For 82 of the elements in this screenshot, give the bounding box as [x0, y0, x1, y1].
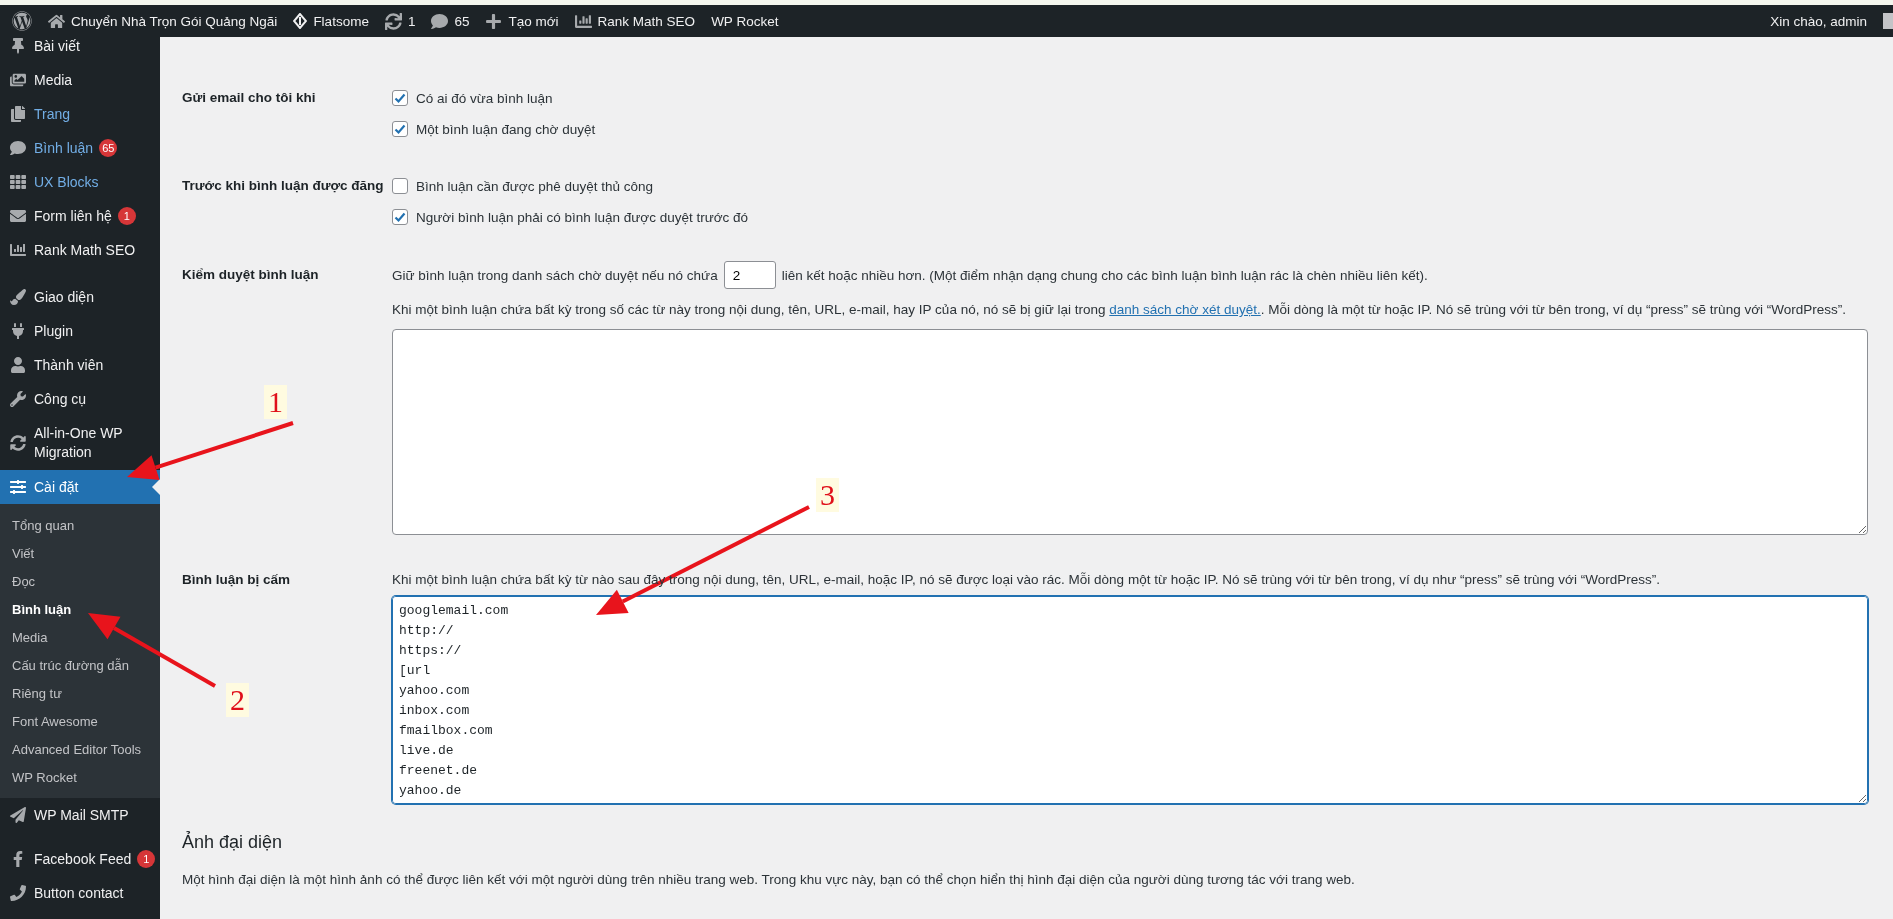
menu-item[interactable]: Form liên hệ 1 — [0, 199, 160, 233]
plus-icon — [485, 12, 503, 30]
menu-item[interactable]: Media — [0, 63, 160, 97]
moderation-link[interactable]: danh sách chờ xét duyệt. — [1109, 302, 1261, 317]
menu-item[interactable]: Plugin — [0, 314, 160, 348]
menu-item[interactable]: WP Mail SMTP — [0, 798, 160, 832]
count-badge: 65 — [99, 139, 118, 157]
chart-icon — [8, 242, 28, 258]
comment-icon — [431, 12, 449, 30]
menu-item[interactable]: UX Blocks — [0, 165, 160, 199]
option-label: Một bình luận đang chờ duyệt — [416, 121, 596, 137]
submenu-item[interactable]: Font Awesome — [0, 707, 160, 735]
phone-icon — [8, 885, 28, 901]
paintbrush-icon — [8, 289, 28, 305]
setting-label: Trước khi bình luận được đăng — [182, 177, 385, 195]
menu-item[interactable]: Giao diện — [0, 280, 160, 314]
checkbox[interactable] — [392, 121, 408, 137]
option-label: Bình luận cần được phê duyệt thủ công — [416, 178, 654, 194]
section-description: Một hình đại diện là một hình ảnh có thể được liên kết với một người dùng trên nhiều trang web. Trong khu vực này, bạn có thể chọn hiển thị hình đại diện của người dùng tương tác với trang web. — [182, 871, 1356, 889]
home-icon — [48, 12, 65, 30]
option-label: Có ai đó vừa bình luận — [416, 90, 553, 106]
menu-item[interactable]: Công cụ — [0, 382, 160, 416]
submenu-item[interactable]: Bình luận — [0, 595, 160, 623]
setting-description: Khi một bình luận chứa bất kỳ trong số các từ này trong nội dung, tên, URL, e-mail, hay IP của nó, nó sẽ bị giữ lại trong danh sách chờ xét duyệt.. Mỗi dòng là một từ hoặc IP. Nó sẽ trùng với từ bên trong, ví dụ “press” sẽ trùng với “WordPress”. — [392, 301, 1847, 319]
link-count-field[interactable]: 2 — [723, 261, 776, 289]
setting-label: Gửi email cho tôi khi — [182, 89, 317, 107]
setting-label: Bình luận bị cấm — [182, 571, 291, 589]
seo-link[interactable]: Rank Math SEO — [574, 12, 696, 30]
submenu-item[interactable]: Media — [0, 623, 160, 651]
menu-item[interactable]: Rank Math SEO — [0, 233, 160, 267]
submenu-item[interactable]: Cấu trúc đường dẫn — [0, 651, 160, 679]
menu-item[interactable]: Thành viên — [0, 348, 160, 382]
step-number: 1 — [264, 385, 287, 419]
blocklist-field[interactable]: googlemail.com http:// https:// [url yahoo.com inbox.com fmailbox.com live.de freenet.de yahoo.de — [392, 596, 1868, 804]
submenu-item[interactable]: WP Rocket — [0, 763, 160, 791]
menu-item[interactable]: Trang — [0, 97, 160, 131]
submenu-item[interactable]: Advanced Editor Tools — [0, 735, 160, 763]
sliders-icon — [8, 479, 28, 495]
images-icon — [8, 72, 28, 88]
checkbox[interactable] — [392, 178, 408, 194]
wordpress-logo-icon[interactable] — [12, 11, 32, 31]
chart-icon — [574, 12, 592, 30]
wrench-icon — [8, 391, 28, 407]
section-heading: Ảnh đại diện — [182, 830, 284, 854]
menu-item[interactable]: Bình luận 65 — [0, 131, 160, 165]
moderation-keys-field[interactable] — [392, 329, 1868, 535]
comments-link[interactable]: 65 — [431, 12, 470, 30]
new-link[interactable]: Tạo mới — [485, 12, 559, 30]
comment-icon — [8, 140, 28, 156]
setting-text: liên kết hoặc nhiều hơn. (Một điểm nhận dạng chung cho các bình luận bình luận rác là chèn nhiều liên kết). — [781, 267, 1428, 283]
option-label: Người bình luận phải có bình luận được duyệt trước đó — [416, 209, 749, 225]
submenu-item[interactable]: Tổng quan — [0, 511, 160, 539]
menu-item[interactable]: Bài viết — [0, 37, 160, 63]
menu-item[interactable]: Facebook Feed 1 — [0, 842, 160, 876]
setting-text: Giữ bình luận trong danh sách chờ duyệt nếu nó chứa — [392, 267, 718, 283]
refresh-icon — [384, 12, 402, 30]
submenu-item[interactable]: Viết — [0, 539, 160, 567]
checkbox[interactable] — [392, 90, 408, 106]
checkbox[interactable] — [392, 209, 408, 225]
theme-link[interactable]: Flatsome — [293, 13, 369, 29]
menu-item[interactable]: Cài đặt — [0, 470, 160, 504]
greeting-link[interactable]: Xin chào, admin — [1770, 13, 1867, 29]
grid-icon — [8, 174, 28, 190]
setting-label: Kiểm duyệt bình luận — [182, 266, 320, 284]
pages-icon — [8, 106, 28, 122]
cache-link[interactable]: WP Rocket — [711, 13, 779, 29]
count-badge: 1 — [137, 850, 156, 868]
count-badge: 1 — [117, 207, 136, 225]
menu-item[interactable]: Button contact — [0, 876, 160, 910]
diamond-icon — [293, 13, 308, 29]
user-icon — [8, 357, 28, 373]
submenu-item[interactable]: Đọc — [0, 567, 160, 595]
submenu-item[interactable]: Riêng tư — [0, 679, 160, 707]
envelope-icon — [8, 208, 28, 224]
refresh-icon — [8, 435, 28, 451]
step-number: 2 — [226, 683, 249, 717]
step-number: 3 — [816, 478, 839, 512]
setting-description: Khi một bình luận chứa bất kỳ từ nào sau đây trong nội dung, tên, URL, e-mail, hoặc IP, nó sẽ được loại vào rác. Mỗi dòng một từ hoặc IP. Nó sẽ trùng với từ bên trong, ví dụ như “press” sẽ trùng với “WordPress”. — [392, 571, 1661, 589]
paper-plane-icon — [8, 807, 28, 823]
updates-link[interactable]: 1 — [384, 12, 416, 30]
menu-item[interactable]: All-in-One WP Migration — [0, 416, 160, 470]
site-link[interactable]: Chuyển Nhà Trọn Gói Quảng Ngãi — [48, 12, 278, 30]
